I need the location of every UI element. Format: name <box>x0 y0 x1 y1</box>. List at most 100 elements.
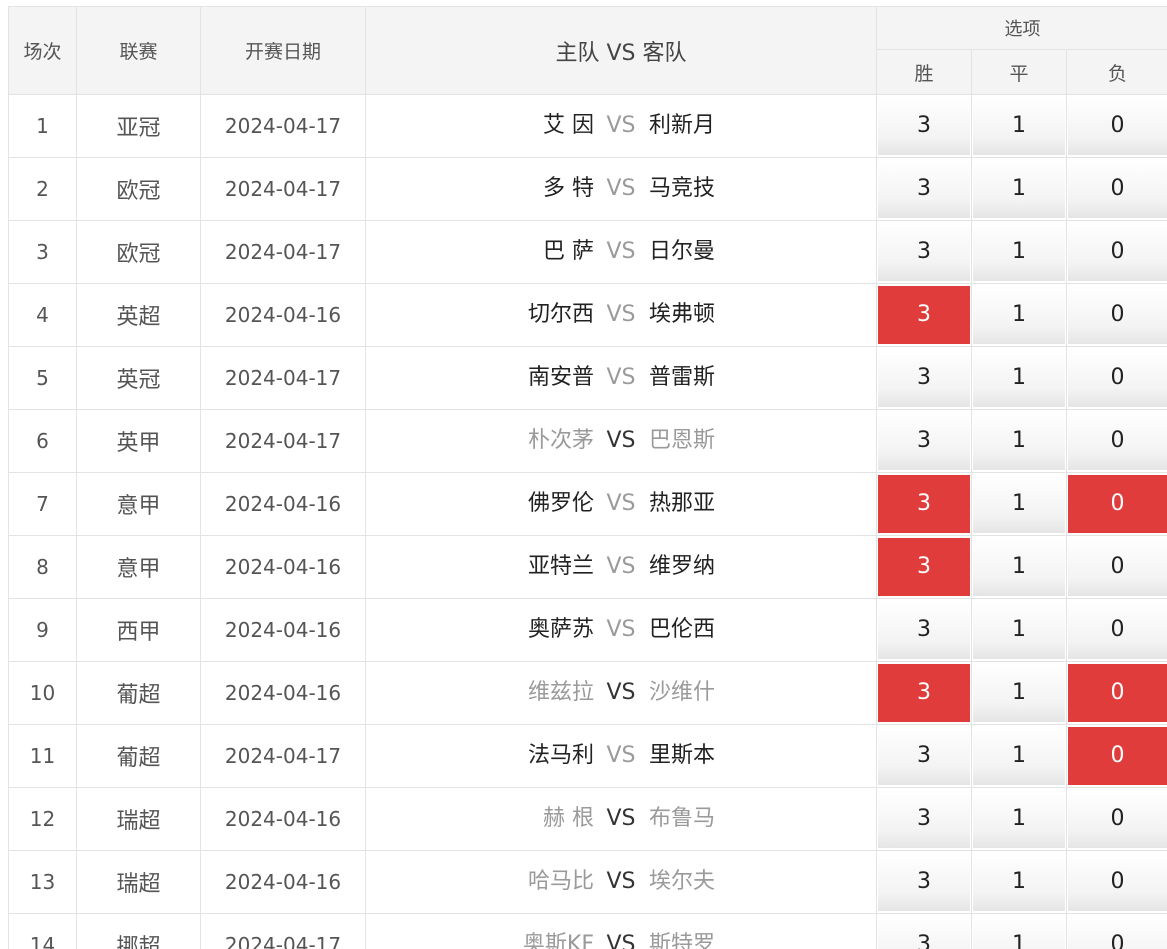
match-index: 14 <box>8 913 77 949</box>
option-draw-button[interactable]: 1 <box>973 727 1065 785</box>
option-lose-button[interactable]: 0 <box>1068 916 1167 949</box>
table-row: 2 欧冠 2024-04-17 多 特 VS 马竞技 3 1 0 <box>8 157 1167 221</box>
match-teams: 巴 萨 VS 日尔曼 <box>366 222 876 282</box>
match-date: 2024-04-16 <box>200 598 366 662</box>
match-index: 10 <box>8 661 77 725</box>
option-win-button[interactable]: 3 <box>878 412 970 470</box>
option-lose-cell: 0 <box>1065 913 1167 949</box>
option-lose-button[interactable]: 0 <box>1068 664 1167 722</box>
option-win-button[interactable]: 3 <box>878 349 970 407</box>
away-team: 布鲁马 <box>649 806 716 831</box>
option-draw-button[interactable]: 1 <box>973 412 1065 470</box>
match-index: 7 <box>8 472 77 536</box>
away-team: 巴恩斯 <box>649 428 716 453</box>
option-draw-cell: 1 <box>971 157 1067 221</box>
match-date: 2024-04-17 <box>200 724 366 788</box>
option-win-button[interactable]: 3 <box>878 97 970 155</box>
option-lose-cell: 0 <box>1065 472 1167 536</box>
away-team: 马竞技 <box>649 176 716 201</box>
option-win-button[interactable]: 3 <box>878 727 970 785</box>
option-lose-cell: 0 <box>1065 409 1167 473</box>
match-cell: 佛罗伦 VS 热那亚 <box>365 472 877 536</box>
match-cell: 南安普 VS 普雷斯 <box>365 346 877 410</box>
option-draw-button[interactable]: 1 <box>973 160 1065 218</box>
option-win-button[interactable]: 3 <box>878 853 970 911</box>
option-lose-button[interactable]: 0 <box>1068 475 1167 533</box>
option-win-button[interactable]: 3 <box>878 160 970 218</box>
option-win-button[interactable]: 3 <box>878 664 970 722</box>
league-name: 欧冠 <box>76 220 201 284</box>
option-draw-cell: 1 <box>971 220 1067 284</box>
option-draw-button[interactable]: 1 <box>973 286 1065 344</box>
table-row: 11 葡超 2024-04-17 法马利 VS 里斯本 3 1 0 <box>8 724 1167 788</box>
option-lose-button[interactable]: 0 <box>1068 223 1167 281</box>
option-win-button[interactable]: 3 <box>878 916 970 949</box>
table-row: 13 瑞超 2024-04-16 哈马比 VS 埃尔夫 3 1 0 <box>8 850 1167 914</box>
option-lose-cell: 0 <box>1065 724 1167 788</box>
match-date: 2024-04-17 <box>200 409 366 473</box>
option-lose-button[interactable]: 0 <box>1068 160 1167 218</box>
option-win-cell: 3 <box>876 913 972 949</box>
match-cell: 多 特 VS 马竞技 <box>365 157 877 221</box>
league-name: 英冠 <box>76 346 201 410</box>
away-team: 利新月 <box>649 113 716 138</box>
match-index: 4 <box>8 283 77 347</box>
option-draw-cell: 1 <box>971 850 1067 914</box>
home-team: 哈马比 <box>527 869 594 894</box>
match-teams: 奥萨苏 VS 巴伦西 <box>366 600 876 660</box>
option-draw-button[interactable]: 1 <box>973 853 1065 911</box>
option-lose-button[interactable]: 0 <box>1068 412 1167 470</box>
option-draw-button[interactable]: 1 <box>973 664 1065 722</box>
option-draw-button[interactable]: 1 <box>973 349 1065 407</box>
option-win-button[interactable]: 3 <box>878 601 970 659</box>
vs-label: VS <box>606 617 636 642</box>
home-team: 南安普 <box>527 365 594 390</box>
option-lose-button[interactable]: 0 <box>1068 601 1167 659</box>
option-draw-button[interactable]: 1 <box>973 916 1065 949</box>
match-teams: 艾 因 VS 利新月 <box>366 96 876 156</box>
table-row: 7 意甲 2024-04-16 佛罗伦 VS 热那亚 3 1 0 <box>8 472 1167 536</box>
option-win-button[interactable]: 3 <box>878 475 970 533</box>
option-draw-button[interactable]: 1 <box>973 790 1065 848</box>
option-lose-button[interactable]: 0 <box>1068 538 1167 596</box>
match-cell: 维兹拉 VS 沙维什 <box>365 661 877 725</box>
away-team: 巴伦西 <box>649 617 716 642</box>
option-draw-button[interactable]: 1 <box>973 538 1065 596</box>
option-draw-button[interactable]: 1 <box>973 97 1065 155</box>
option-draw-button[interactable]: 1 <box>973 475 1065 533</box>
option-win-button[interactable]: 3 <box>878 286 970 344</box>
header-options: 选项 <box>875 6 1167 50</box>
vs-label: VS <box>606 554 636 579</box>
table-row: 9 西甲 2024-04-16 奥萨苏 VS 巴伦西 3 1 0 <box>8 598 1167 662</box>
match-cell: 朴次茅 VS 巴恩斯 <box>365 409 877 473</box>
match-index: 8 <box>8 535 77 599</box>
option-lose-button[interactable]: 0 <box>1068 790 1167 848</box>
option-lose-button[interactable]: 0 <box>1068 727 1167 785</box>
match-date: 2024-04-16 <box>200 850 366 914</box>
home-team: 切尔西 <box>527 302 594 327</box>
match-cell: 切尔西 VS 埃弗顿 <box>365 283 877 347</box>
league-name: 西甲 <box>76 598 201 662</box>
vs-label: VS <box>606 302 636 327</box>
league-name: 意甲 <box>76 535 201 599</box>
league-name: 英甲 <box>76 409 201 473</box>
home-team: 法马利 <box>527 743 594 768</box>
match-index: 6 <box>8 409 77 473</box>
option-win-button[interactable]: 3 <box>878 790 970 848</box>
option-draw-button[interactable]: 1 <box>973 223 1065 281</box>
option-lose-button[interactable]: 0 <box>1068 97 1167 155</box>
away-team: 日尔曼 <box>649 239 716 264</box>
option-lose-button[interactable]: 0 <box>1068 853 1167 911</box>
option-win-button[interactable]: 3 <box>878 223 970 281</box>
header-league: 联赛 <box>76 6 201 95</box>
option-lose-button[interactable]: 0 <box>1068 349 1167 407</box>
option-draw-button[interactable]: 1 <box>973 601 1065 659</box>
option-draw-cell: 1 <box>971 724 1067 788</box>
match-cell: 奥萨苏 VS 巴伦西 <box>365 598 877 662</box>
match-cell: 赫 根 VS 布鲁马 <box>365 787 877 851</box>
option-lose-button[interactable]: 0 <box>1068 286 1167 344</box>
option-draw-cell: 1 <box>971 913 1067 949</box>
option-win-button[interactable]: 3 <box>878 538 970 596</box>
option-lose-cell: 0 <box>1065 535 1167 599</box>
header-match: 主队 VS 客队 <box>365 6 877 95</box>
